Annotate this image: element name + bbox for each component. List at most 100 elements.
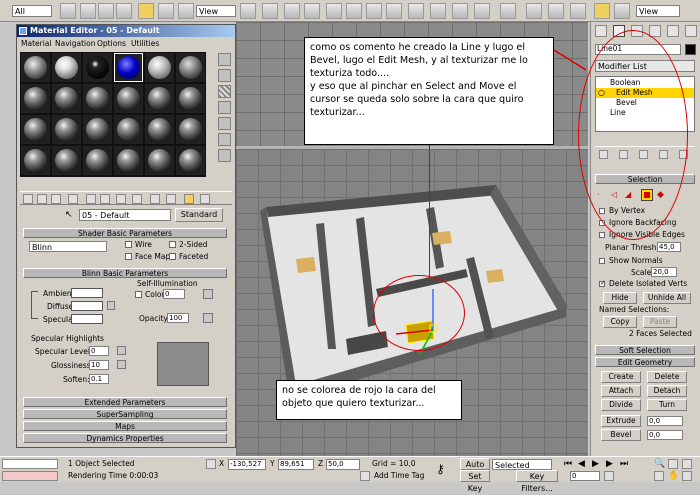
material-id-channel-icon[interactable]	[132, 194, 142, 204]
blinn-basic-rollout-header[interactable]: Blinn Basic Parameters	[23, 268, 227, 278]
material-name-dropdown[interactable]: 05 - Default	[79, 209, 171, 221]
sample-slot[interactable]	[83, 53, 112, 82]
shader-basic-rollout-header[interactable]: Shader Basic Parameters	[23, 228, 227, 238]
sample-slot[interactable]	[114, 84, 143, 113]
sample-slot[interactable]	[176, 115, 205, 144]
self-illum-value[interactable]: 0	[163, 289, 185, 299]
glossiness-value[interactable]: 10	[89, 360, 109, 370]
material-editor-titlebar[interactable]: Material Editor - 05 - Default	[17, 25, 235, 37]
sample-slot[interactable]	[114, 115, 143, 144]
schematic-view-icon[interactable]	[474, 3, 490, 19]
go-to-start-icon[interactable]: ⏮	[564, 459, 572, 469]
go-forward-sibling-icon[interactable]	[200, 194, 210, 204]
axis-constraint-icon[interactable]	[262, 3, 278, 19]
video-color-check-icon[interactable]	[218, 117, 231, 130]
show-normals-checkbox[interactable]	[599, 258, 605, 264]
next-frame-icon[interactable]: ▶	[606, 459, 613, 469]
select-by-name-icon[interactable]	[80, 3, 96, 19]
sample-slot[interactable]	[145, 115, 174, 144]
scale-value[interactable]: 20,0	[651, 267, 677, 277]
options-icon[interactable]	[218, 149, 231, 162]
display-tab-icon[interactable]	[667, 25, 679, 37]
pivot-center-icon[interactable]	[240, 3, 256, 19]
sample-slot[interactable]	[176, 53, 205, 82]
supersampling-rollout[interactable]: SuperSampling	[23, 409, 227, 419]
show-end-result-icon[interactable]	[166, 194, 176, 204]
ambient-color-swatch[interactable]	[71, 288, 103, 298]
current-frame-field[interactable]: 0	[570, 471, 600, 481]
show-map-in-viewport-icon[interactable]	[150, 194, 160, 204]
wire-checkbox[interactable]	[125, 241, 132, 248]
sample-slot[interactable]	[145, 146, 174, 175]
select-and-scale-icon[interactable]	[178, 3, 194, 19]
specular-level-value[interactable]: 0	[89, 346, 109, 356]
attach-button[interactable]: Attach	[601, 385, 641, 397]
select-and-rotate-icon[interactable]	[158, 3, 174, 19]
add-time-tag-icon[interactable]	[360, 471, 370, 481]
pick-material-icon[interactable]: ↖	[65, 210, 75, 220]
sample-slot[interactable]	[83, 84, 112, 113]
sample-slot[interactable]	[52, 115, 81, 144]
material-type-button[interactable]: Standard	[175, 208, 223, 222]
render-view-dropdown[interactable]: View	[636, 5, 680, 17]
background-icon[interactable]	[218, 85, 231, 98]
make-preview-icon[interactable]	[218, 133, 231, 146]
snap-toggle-icon[interactable]	[326, 3, 342, 19]
diffuse-map-button[interactable]	[107, 301, 115, 310]
rectangular-selection-icon[interactable]	[98, 3, 114, 19]
glossiness-map-button[interactable]	[117, 360, 126, 369]
sample-uv-tiling-icon[interactable]	[218, 101, 231, 114]
sample-slot[interactable]	[52, 53, 81, 82]
create-tab-icon[interactable]	[595, 25, 607, 37]
percent-snap-icon[interactable]	[366, 3, 382, 19]
sample-slot[interactable]	[52, 146, 81, 175]
sample-slot[interactable]	[145, 53, 174, 82]
hide-button[interactable]: Hide	[603, 292, 637, 304]
auto-key-button[interactable]: Auto Key	[460, 458, 490, 481]
put-to-scene-icon[interactable]	[37, 194, 47, 204]
crossing-selection-icon[interactable]	[116, 3, 132, 19]
backlight-icon[interactable]	[218, 69, 231, 82]
sample-slot[interactable]	[83, 115, 112, 144]
material-editor-icon[interactable]	[500, 3, 516, 19]
render-frame-icon[interactable]	[548, 3, 564, 19]
get-material-icon[interactable]	[23, 194, 33, 204]
turn-button[interactable]: Turn	[647, 399, 687, 411]
create-button[interactable]: Create	[601, 371, 641, 383]
lock-selection-icon[interactable]	[206, 459, 216, 469]
menu-material[interactable]: Material	[21, 39, 51, 48]
sample-slot[interactable]	[52, 84, 81, 113]
curve-editor-icon[interactable]	[452, 3, 468, 19]
opacity-value[interactable]: 100	[167, 313, 189, 323]
maxscript-listener-mini[interactable]	[2, 459, 58, 469]
key-filters-button[interactable]: Key Filters...	[516, 470, 558, 493]
maxscript-listener-mini-2[interactable]	[2, 471, 58, 481]
extrude-button[interactable]: Extrude	[601, 415, 641, 427]
zoom-icon[interactable]: 🔍	[654, 459, 665, 469]
select-and-move-icon[interactable]	[138, 3, 154, 19]
sample-slot[interactable]	[21, 115, 50, 144]
lock-ambient-diffuse-icon[interactable]	[31, 291, 38, 319]
key-icon[interactable]: ⚷	[436, 463, 445, 475]
delete-button[interactable]: Delete	[647, 371, 687, 383]
align-icon[interactable]	[304, 3, 320, 19]
sample-slot[interactable]	[21, 146, 50, 175]
face-map-checkbox[interactable]	[125, 253, 132, 260]
reset-map-icon[interactable]	[68, 194, 78, 204]
two-sided-checkbox[interactable]	[169, 241, 176, 248]
paste-button[interactable]: Paste	[643, 316, 677, 328]
sample-slot[interactable]	[83, 146, 112, 175]
extrude-value[interactable]: 0,0	[647, 416, 683, 426]
menu-options[interactable]: Options	[97, 39, 126, 48]
menu-utilities[interactable]: Utilities	[131, 39, 159, 48]
diffuse-color-swatch[interactable]	[71, 301, 103, 311]
edit-geometry-rollout-header[interactable]: Edit Geometry	[595, 357, 695, 367]
self-illum-map-button[interactable]	[203, 289, 213, 299]
play-icon[interactable]: ▶	[592, 459, 599, 469]
previous-frame-icon[interactable]: ◀	[578, 459, 585, 469]
reference-coordinate-dropdown[interactable]: View	[196, 5, 236, 17]
opacity-map-button[interactable]	[203, 313, 213, 323]
specular-color-swatch[interactable]	[71, 314, 103, 324]
soften-value[interactable]: 0.1	[89, 374, 109, 384]
sample-slot[interactable]	[145, 84, 174, 113]
